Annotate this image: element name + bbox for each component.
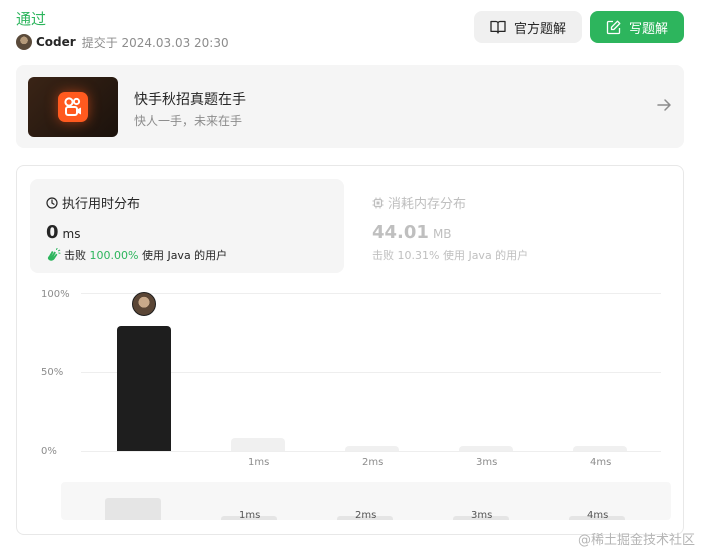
runtime-value: 0 ms [46,222,81,243]
arrow-right-icon[interactable] [656,97,672,113]
runtime-distribution-chart: 100% 50% 0% 1ms 2ms 3ms 4ms [17,281,685,481]
x-tick-label: 1ms [248,457,270,468]
overview-tick-label: 3ms [471,510,493,521]
x-tick-label: 2ms [362,457,384,468]
promo-banner[interactable]: 快手秋招真题在手 快人一手，未来在手 [16,65,684,148]
your-submission-avatar-marker [132,292,156,317]
y-tick-label: 0% [41,446,57,457]
memory-beats: 击败 10.31% 使用 Java 的用户 [372,248,529,263]
submission-meta: Coder 提交于 2024.03.03 20:30 [16,33,229,51]
official-solution-label: 官方题解 [513,21,566,37]
kuaishou-logo-icon [58,92,88,122]
runtime-beats: 击败 100.00% 使用 Java 的用户 [46,247,227,263]
x-tick-label: 4ms [590,457,612,468]
gridline [81,293,661,294]
clock-icon [46,196,58,209]
banner-image [28,77,118,137]
y-tick-label: 100% [41,289,70,300]
book-icon [490,20,506,34]
x-tick-label: 3ms [476,457,498,468]
banner-subtitle: 快人一手，未来在手 [134,114,243,128]
memory-value: 44.01 MB [372,222,452,243]
submitted-time: 提交于 2024.03.03 20:30 [81,35,229,50]
official-solution-button[interactable]: 官方题解 [474,11,582,43]
chart-bar[interactable] [231,438,285,451]
performance-card: 执行用时分布 0 ms 击败 100.00% 使用 Java 的用户 消耗内存分布… [16,165,684,535]
edit-icon [606,20,621,34]
runtime-tab-label: 执行用时分布 [46,193,140,212]
chip-icon [372,197,384,208]
chart-bar[interactable] [117,326,171,451]
banner-title: 快手秋招真题在手 [134,92,246,108]
baseline [81,451,661,452]
submission-status: 通过 [16,10,47,28]
y-tick-label: 50% [41,367,64,378]
overview-tick-label: 2ms [355,510,377,521]
overview-bar [105,497,161,520]
watermark: @稀土掘金技术社区 [577,533,695,548]
overview-tick-label: 1ms [239,510,261,521]
clap-icon [47,248,61,261]
write-solution-label: 写题解 [628,21,668,37]
author-avatar[interactable] [16,34,32,50]
memory-tab-label: 消耗内存分布 [372,193,466,212]
tab-memory[interactable]: 消耗内存分布 44.01 MB 击败 10.31% 使用 Java 的用户 [358,179,658,273]
chart-overview-brush[interactable]: 1ms 2ms 3ms 4ms [61,482,671,521]
write-solution-button[interactable]: 写题解 [590,11,684,43]
tab-runtime[interactable]: 执行用时分布 0 ms 击败 100.00% 使用 Java 的用户 [30,179,344,273]
chart-bar[interactable] [459,446,513,451]
chart-bar[interactable] [345,446,399,451]
author-name[interactable]: Coder [36,35,76,49]
chart-bar[interactable] [573,446,627,451]
overview-tick-label: 4ms [587,510,609,521]
